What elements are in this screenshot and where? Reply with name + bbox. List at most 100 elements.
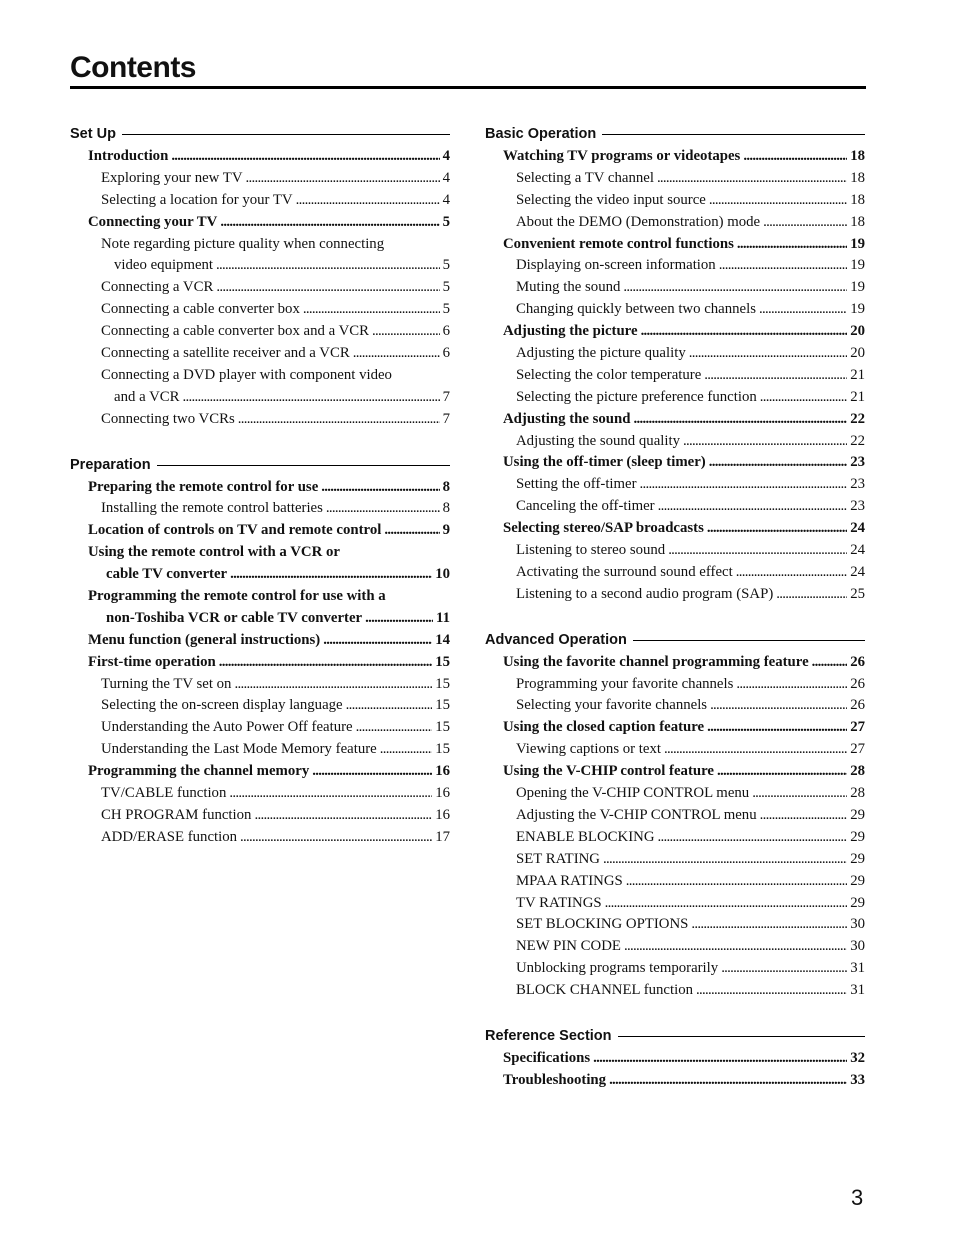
toc-entry[interactable]: Programming the channel memory 16 [70, 761, 450, 783]
dot-leader [238, 409, 440, 431]
toc-entry[interactable]: Selecting the video input source 18 [485, 190, 865, 212]
toc-entry-title: SET RATING [516, 850, 600, 867]
toc-entry[interactable]: MPAA RATINGS 29 [485, 871, 865, 893]
dot-leader [603, 849, 847, 871]
toc-entry[interactable]: NEW PIN CODE 30 [485, 936, 865, 958]
toc-entry[interactable]: Menu function (general instructions) 14 [70, 630, 450, 652]
toc-entry[interactable]: cable TV converter 10 [70, 564, 450, 586]
dot-leader [365, 608, 433, 630]
dot-leader [658, 496, 848, 518]
toc-entry[interactable]: BLOCK CHANNEL function 31 [485, 980, 865, 1002]
toc-entry-title: Adjusting the picture [503, 323, 638, 340]
toc-entry-page: 7 [442, 410, 450, 427]
toc-entry[interactable]: CH PROGRAM function 16 [70, 805, 450, 827]
toc-entry[interactable]: Watching TV programs or videotapes 18 [485, 146, 865, 168]
toc-entry[interactable]: video equipment 5 [70, 255, 450, 277]
toc-entry[interactable]: Introduction 4 [70, 146, 450, 168]
dot-leader [609, 1070, 847, 1092]
toc-right-column: Basic Operation Watching TV programs or v… [485, 122, 865, 1114]
dot-leader [623, 277, 847, 299]
toc-entry[interactable]: Unblocking programs temporarily 31 [485, 958, 865, 980]
toc-entry[interactable]: Changing quickly between two channels 19 [485, 299, 865, 321]
toc-entry[interactable]: Convenient remote control functions 19 [485, 234, 865, 256]
toc-entry-title: Selecting your favorite channels [516, 697, 708, 714]
toc-entry[interactable]: Note regarding picture quality when conn… [70, 234, 450, 256]
toc-entry[interactable]: SET RATING 29 [485, 849, 865, 871]
toc-entry[interactable]: TV RATINGS 29 [485, 893, 865, 915]
toc-entry[interactable]: Preparing the remote control for use 8 [70, 477, 450, 499]
toc-entry-title: Watching TV programs or videotapes [503, 148, 741, 164]
toc-entry[interactable]: Troubleshooting 33 [485, 1070, 865, 1092]
toc-entry-page: 26 [850, 675, 865, 692]
toc-entry-page: 15 [435, 719, 450, 736]
dot-leader [719, 255, 847, 277]
dot-leader [709, 452, 847, 474]
toc-entry[interactable]: Turning the TV set on 15 [70, 674, 450, 696]
dot-leader [641, 321, 848, 343]
toc-entry[interactable]: ADD/ERASE function 17 [70, 827, 450, 849]
toc-entry[interactable]: Connecting a cable converter box 5 [70, 299, 450, 321]
toc-entry-page: 30 [850, 916, 865, 933]
toc-entry[interactable]: Selecting the color temperature 21 [485, 365, 865, 387]
toc-entry[interactable]: Specifications 32 [485, 1048, 865, 1070]
toc-entry[interactable]: Understanding the Last Mode Memory featu… [70, 739, 450, 761]
toc-entry[interactable]: Canceling the off-timer 23 [485, 496, 865, 518]
toc-entry[interactable]: Adjusting the V-CHIP CONTROL menu 29 [485, 805, 865, 827]
toc-entry[interactable]: TV/CABLE function 16 [70, 783, 450, 805]
toc-entry[interactable]: Location of controls on TV and remote co… [70, 520, 450, 542]
toc-entry[interactable]: Displaying on-screen information 19 [485, 255, 865, 277]
toc-entry[interactable]: Connecting a satellite receiver and a VC… [70, 343, 450, 365]
toc-entry[interactable]: Programming your favorite channels 26 [485, 674, 865, 696]
toc-entry[interactable]: Selecting your favorite channels 26 [485, 695, 865, 717]
toc-entry[interactable]: Activating the surround sound effect 24 [485, 562, 865, 584]
dot-leader [171, 146, 439, 168]
dot-leader [216, 255, 440, 277]
toc-entry[interactable]: Connecting a VCR 5 [70, 277, 450, 299]
toc-entry[interactable]: Selecting a location for your TV 4 [70, 190, 450, 212]
toc-entry[interactable]: Using the closed caption feature 27 [485, 717, 865, 739]
toc-entry-page: 10 [435, 566, 450, 583]
dot-leader [760, 387, 847, 409]
toc-entry[interactable]: Connecting your TV 5 [70, 212, 450, 234]
toc-entry-page: 24 [850, 542, 865, 559]
toc-entry[interactable]: Adjusting the sound quality 22 [485, 431, 865, 453]
toc-entry[interactable]: Selecting the on-screen display language… [70, 695, 450, 717]
toc-entry-title: Connecting a VCR [101, 279, 214, 296]
toc-entry[interactable]: Selecting a TV channel 18 [485, 168, 865, 190]
section-heading: Reference Section [485, 1024, 865, 1048]
toc-entry-title: Listening to stereo sound [516, 542, 666, 559]
section-heading-text: Basic Operation [485, 126, 597, 142]
toc-entry[interactable]: First-time operation 15 [70, 652, 450, 674]
toc-entry[interactable]: Opening the V-CHIP CONTROL menu 28 [485, 783, 865, 805]
toc-entry-page: 18 [850, 213, 865, 230]
toc-entry[interactable]: Setting the off-timer 23 [485, 474, 865, 496]
toc-entry-page: 26 [850, 697, 865, 714]
toc-entry[interactable]: Listening to stereo sound 24 [485, 540, 865, 562]
toc-entry[interactable]: Adjusting the sound 22 [485, 409, 865, 431]
toc-entry[interactable]: Using the favorite channel programming f… [485, 652, 865, 674]
dot-leader [240, 827, 432, 849]
toc-entry[interactable]: Selecting the picture preference functio… [485, 387, 865, 409]
toc-entry[interactable]: Viewing captions or text 27 [485, 739, 865, 761]
toc-entry[interactable]: Understanding the Auto Power Off feature… [70, 717, 450, 739]
toc-entry[interactable]: Connecting two VCRs 7 [70, 409, 450, 431]
toc-entry[interactable]: Programming the remote control for use w… [70, 586, 450, 608]
toc-entry[interactable]: Using the off-timer (sleep timer) 23 [485, 452, 865, 474]
toc-entry[interactable]: ENABLE BLOCKING 29 [485, 827, 865, 849]
toc-entry[interactable]: Adjusting the picture 20 [485, 321, 865, 343]
toc-entry[interactable]: non-Toshiba VCR or cable TV converter 11 [70, 608, 450, 630]
toc-entry[interactable]: Connecting a cable converter box and a V… [70, 321, 450, 343]
toc-entry[interactable]: and a VCR 7 [70, 387, 450, 409]
toc-entry[interactable]: Selecting stereo/SAP broadcasts 24 [485, 518, 865, 540]
toc-entry[interactable]: Using the remote control with a VCR or [70, 542, 450, 564]
toc-entry[interactable]: Listening to a second audio program (SAP… [485, 584, 865, 606]
toc-entry[interactable]: SET BLOCKING OPTIONS 30 [485, 914, 865, 936]
toc-entry[interactable]: Connecting a DVD player with component v… [70, 365, 450, 387]
toc-entry[interactable]: Installing the remote control batteries 8 [70, 498, 450, 520]
toc-entry[interactable]: Adjusting the picture quality 20 [485, 343, 865, 365]
toc-entry[interactable]: About the DEMO (Demonstration) mode 18 [485, 212, 865, 234]
toc-entry[interactable]: Using the V-CHIP control feature 28 [485, 761, 865, 783]
toc-entry[interactable]: Exploring your new TV 4 [70, 168, 450, 190]
toc-entry-title: Specifications [503, 1049, 591, 1066]
toc-entry[interactable]: Muting the sound 19 [485, 277, 865, 299]
